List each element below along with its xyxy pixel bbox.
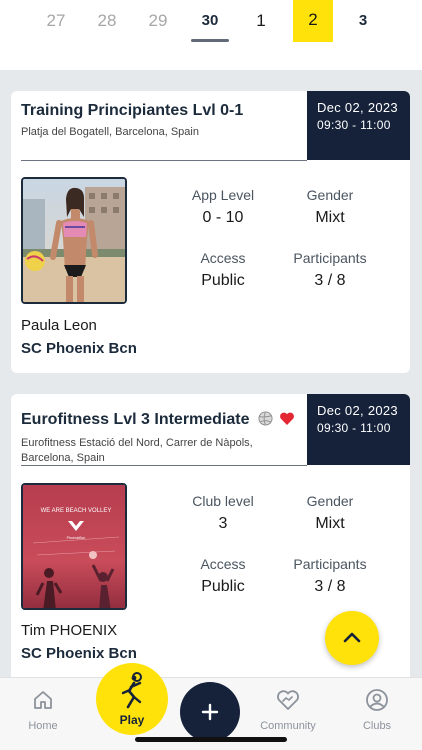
add-session-button[interactable]	[180, 682, 240, 742]
date-item[interactable]: 29	[138, 10, 178, 42]
club-name[interactable]: SC Phoenix Bcn	[21, 340, 137, 357]
session-time: 09:30 - 11:00	[317, 118, 391, 132]
scroll-top-button[interactable]	[325, 611, 379, 665]
nav-clubs[interactable]: Clubs	[342, 688, 412, 732]
gender-value: Mixt	[315, 515, 345, 532]
session-date: Dec 02, 2023	[317, 100, 398, 115]
home-indicator	[135, 737, 287, 742]
coach-photo	[21, 177, 127, 304]
home-icon	[34, 691, 52, 709]
participants-label: Participants	[293, 250, 367, 266]
plus-icon	[201, 703, 219, 721]
session-date: Dec 02, 2023	[317, 403, 398, 418]
session-date-box: Dec 02, 2023 09:30 - 11:00	[307, 394, 410, 465]
date-item-selected[interactable]: 2	[293, 0, 333, 42]
divider	[21, 160, 307, 161]
club-name[interactable]: SC Phoenix Bcn	[21, 645, 137, 662]
access-value: Public	[201, 578, 245, 595]
divider	[21, 465, 307, 466]
session-title: Eurofitness Lvl 3 Intermediate	[21, 411, 295, 431]
gender-label: Gender	[306, 187, 354, 203]
access-label: Access	[200, 250, 246, 266]
today-indicator	[191, 39, 229, 42]
participants-value: 3 / 8	[314, 272, 346, 289]
session-address: Eurofitness Estació del Nord, Carrer de …	[21, 437, 253, 464]
clubs-user-icon	[366, 689, 388, 711]
participants-value: 3 / 8	[314, 578, 346, 595]
coach-name: Paula Leon	[21, 317, 97, 334]
community-heart-icon	[277, 690, 299, 710]
level-value: 3	[218, 515, 228, 532]
participants-label: Participants	[293, 556, 367, 572]
level-label: Club level	[192, 493, 254, 509]
date-item-today[interactable]: 30	[190, 10, 230, 42]
nav-clubs-label: Clubs	[362, 720, 392, 732]
nav-home[interactable]: Home	[8, 688, 78, 732]
date-item[interactable]: 28	[87, 10, 127, 42]
session-card[interactable]: Training Principiantes Lvl 0-1 Platja de…	[11, 91, 410, 373]
session-title: Training Principiantes Lvl 0-1	[21, 102, 244, 119]
date-strip: 27 28 29 30 1 2 3	[0, 0, 422, 70]
chevron-up-icon	[343, 632, 361, 643]
access-label: Access	[200, 556, 246, 572]
level-label: App Level	[191, 187, 255, 203]
nav-play-label: Play	[119, 713, 145, 727]
player-icon	[121, 672, 142, 709]
coach-name: Tim PHOENIX	[21, 622, 118, 639]
date-item[interactable]: 27	[36, 10, 76, 42]
volleyball-icon	[258, 411, 273, 431]
nav-play-button[interactable]: Play	[96, 663, 168, 735]
nav-home-label: Home	[28, 720, 58, 732]
session-date-box: Dec 02, 2023 09:30 - 11:00	[307, 91, 410, 160]
nav-community-label: Community	[260, 720, 316, 732]
poster-headline: WE ARE BEACH VOLLEY	[41, 508, 112, 514]
gender-label: Gender	[306, 493, 354, 509]
date-item[interactable]: 3	[343, 10, 383, 42]
access-value: Public	[201, 272, 245, 289]
heart-icon	[279, 411, 295, 431]
club-poster-image: WE ARE BEACH VOLLEY PhoenixBcn	[21, 483, 127, 610]
level-value: 0 - 10	[202, 209, 244, 226]
session-title-text: Eurofitness Lvl 3 Intermediate	[21, 411, 250, 428]
session-address: Platja del Bogatell, Barcelona, Spain	[21, 126, 199, 138]
date-item[interactable]: 1	[241, 10, 281, 42]
nav-community[interactable]: Community	[253, 688, 323, 732]
session-time: 09:30 - 11:00	[317, 421, 391, 435]
gender-value: Mixt	[315, 209, 345, 226]
